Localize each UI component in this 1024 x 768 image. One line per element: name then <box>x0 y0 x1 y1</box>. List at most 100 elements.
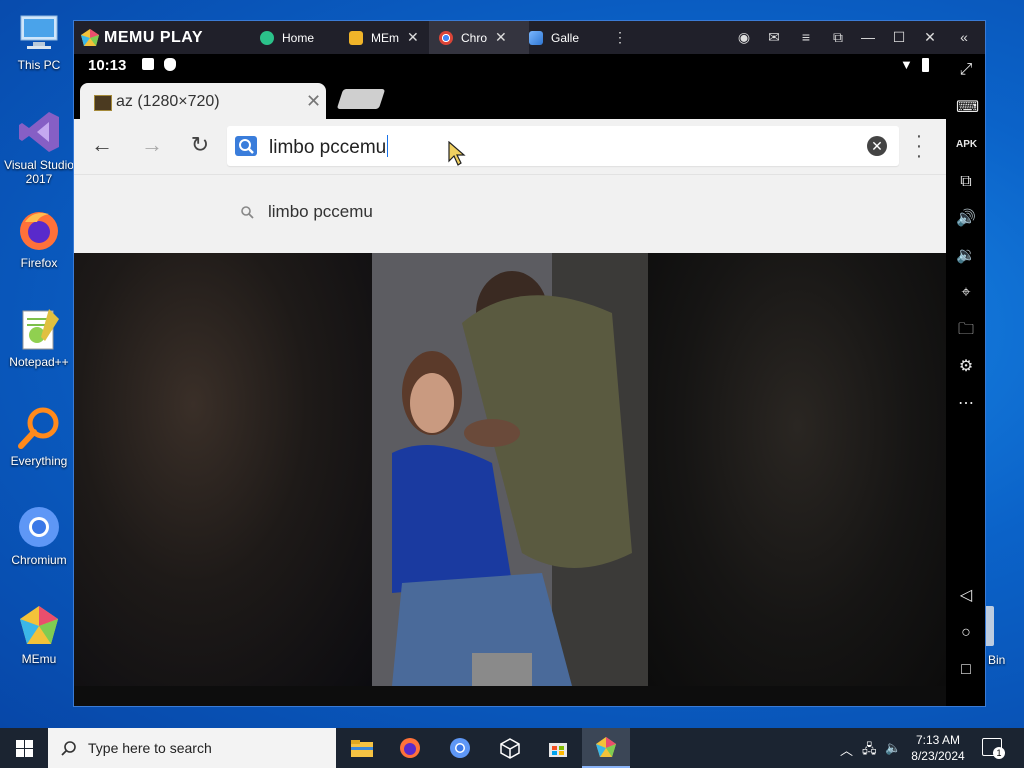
blurred-background-right <box>648 253 946 686</box>
network-icon[interactable]: 🖧 <box>862 740 877 762</box>
desktop-icon-memu[interactable]: MEmu <box>2 602 76 666</box>
keyboard-icon[interactable]: ⌨ <box>956 98 979 118</box>
back-icon[interactable]: ← <box>88 131 116 159</box>
new-tab-button[interactable] <box>336 89 386 109</box>
taskbar-3d-viewer[interactable] <box>486 728 534 768</box>
android-screen[interactable]: 10:13 ▼ az (1280×720) ✕ ← → ↻ limbo pcce… <box>74 54 946 706</box>
desktop-icon-label: Firefox <box>20 256 58 270</box>
chevron-up-icon[interactable]: ︿ <box>840 740 853 759</box>
collapse-sidebar-icon[interactable]: « <box>956 29 972 45</box>
taskbar-memu[interactable] <box>582 728 630 768</box>
volume-up-icon[interactable]: 🔊 <box>956 209 976 229</box>
search-icon <box>241 206 254 219</box>
tab-chrome[interactable]: Chro ✕ <box>429 21 529 54</box>
menu-icon[interactable]: ≡ <box>798 29 814 45</box>
visual-studio-icon <box>15 108 63 156</box>
tab-label: Chro <box>461 30 488 45</box>
desktop-icon-label: Notepad++ <box>9 355 69 369</box>
close-tab-icon[interactable]: ✕ <box>306 91 321 112</box>
location-icon[interactable]: ⌖ <box>956 283 976 303</box>
close-icon[interactable]: ✕ <box>495 29 507 46</box>
android-status-bar: 10:13 ▼ <box>74 54 946 79</box>
clock-time: 7:13 AM <box>915 733 961 747</box>
chrome-tab[interactable]: az (1280×720) ✕ <box>80 83 326 121</box>
desktop-icon-firefox[interactable]: Firefox <box>2 206 76 270</box>
chrome-menu-icon[interactable]: · · · <box>914 126 924 166</box>
status-time: 10:13 <box>88 57 127 74</box>
image-viewer[interactable] <box>74 253 946 706</box>
search-icon <box>61 741 76 756</box>
omnibox[interactable]: limbo pccemu ✕ <box>227 126 899 166</box>
account-icon[interactable]: ◉ <box>736 29 752 45</box>
memu-titlebar[interactable]: MEMU PLAY Home MEm ✕ Chro ✕ Galle ⋮ ◉ ✉ … <box>74 21 985 54</box>
start-button[interactable] <box>0 728 48 768</box>
clock-date: 8/23/2024 <box>911 749 965 763</box>
taskbar-file-explorer[interactable] <box>338 728 386 768</box>
more-tabs-icon[interactable]: ⋮ <box>612 29 628 45</box>
tab-memu-market[interactable]: MEm ✕ <box>339 21 437 54</box>
desktop-icon-notepadpp[interactable]: Notepad++ <box>2 305 76 369</box>
android-home-icon[interactable]: ○ <box>956 623 976 643</box>
memu-icon <box>15 602 63 650</box>
apk-icon[interactable]: APK <box>956 135 977 155</box>
maximize-icon[interactable]: ☐ <box>891 29 907 45</box>
notifications-icon[interactable]: 1 <box>982 738 1005 759</box>
tab-label: Home <box>282 30 315 45</box>
desktop-icon-visual-studio[interactable]: Visual Studio 2017 <box>2 108 76 186</box>
blurred-background-left <box>74 253 372 686</box>
firefox-icon <box>15 206 63 254</box>
memu-sidebar: ⤢ ⌨ APK ⧉ 🔊 🔉 ⌖ 🗀 ⚙ ⋯ ◁ ○ □ <box>946 54 985 706</box>
multi-instance-icon[interactable]: ⧉ <box>956 172 976 192</box>
chromium-icon <box>450 738 470 758</box>
tab-home[interactable]: Home <box>252 21 344 54</box>
minimize-icon[interactable]: — <box>860 29 876 45</box>
volume-down-icon[interactable]: 🔉 <box>956 246 976 266</box>
screenshot-icon[interactable]: ⧉ <box>830 29 846 45</box>
tab-gallery[interactable]: Galle <box>521 21 609 54</box>
settings-icon[interactable]: ⚙ <box>956 357 976 377</box>
reload-icon[interactable]: ↻ <box>186 131 214 159</box>
notification-count-badge: 1 <box>993 747 1005 759</box>
taskbar-chromium[interactable] <box>436 728 484 768</box>
notepadpp-icon <box>15 305 63 353</box>
omnibox-input[interactable]: limbo pccemu <box>269 135 389 159</box>
close-icon[interactable]: ✕ <box>407 29 419 46</box>
battery-icon <box>922 58 929 72</box>
text-caret <box>387 135 389 157</box>
tab-label: Galle <box>551 30 580 45</box>
folder-icon[interactable]: 🗀 <box>956 320 976 340</box>
taskbar: Type here to search ︿ 🖧 🔈 7:13 AM 8/23/2… <box>0 728 1024 768</box>
close-window-icon[interactable]: ✕ <box>922 29 938 45</box>
file-explorer-icon <box>351 740 373 757</box>
computer-icon <box>15 8 63 56</box>
gallery-icon <box>529 30 543 45</box>
desktop-icon-this-pc[interactable]: This PC <box>2 8 76 72</box>
shield-icon <box>164 58 176 71</box>
android-back-icon[interactable]: ◁ <box>956 586 976 606</box>
fullscreen-icon[interactable]: ⤢ <box>956 60 976 80</box>
memu-brand: MEMU PLAY <box>104 29 204 46</box>
clear-icon[interactable]: ✕ <box>867 136 887 156</box>
chromium-icon <box>15 503 63 551</box>
taskbar-search[interactable]: Type here to search <box>48 728 336 768</box>
cube-icon <box>500 738 520 759</box>
memu-logo-icon <box>81 29 99 46</box>
recycle-bin-label: Bin <box>988 653 1006 667</box>
taskbar-firefox[interactable] <box>386 728 434 768</box>
search-placeholder: Type here to search <box>88 740 212 756</box>
forward-icon[interactable]: → <box>138 131 166 159</box>
omnibox-suggestion[interactable]: limbo pccemu <box>74 174 946 253</box>
desktop-icon-everything[interactable]: Everything <box>2 404 76 468</box>
chrome-tab-strip: az (1280×720) ✕ <box>74 79 946 121</box>
mail-icon[interactable]: ✉ <box>766 29 782 45</box>
android-recents-icon[interactable]: □ <box>956 660 976 680</box>
memu-home-icon <box>260 30 274 45</box>
desktop-icon-chromium[interactable]: Chromium <box>2 503 76 567</box>
wifi-icon: ▼ <box>900 57 913 72</box>
taskbar-clock[interactable]: 7:13 AM 8/23/2024 <box>908 732 968 764</box>
search-icon <box>235 136 257 156</box>
taskbar-store[interactable] <box>534 728 582 768</box>
volume-muted-icon[interactable]: 🔈 <box>885 740 901 756</box>
desktop-icon-label: This PC <box>17 58 61 72</box>
more-icon[interactable]: ⋯ <box>956 394 976 414</box>
